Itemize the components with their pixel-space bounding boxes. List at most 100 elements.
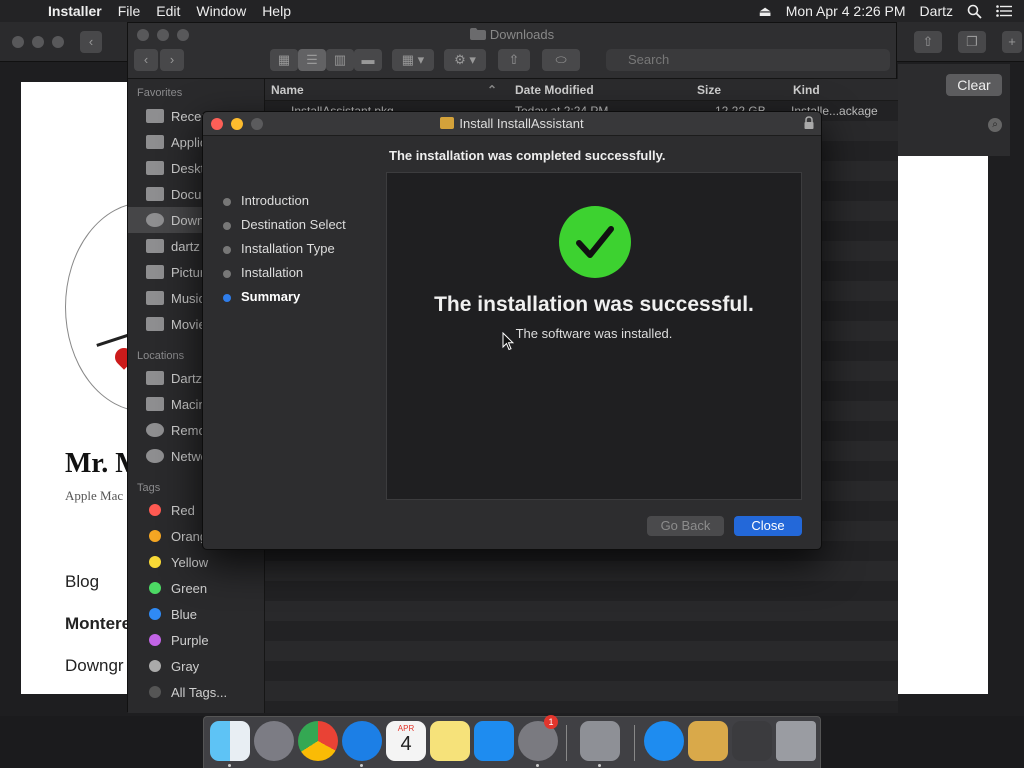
documents-icon [146, 187, 164, 201]
step-installation: Installation [223, 264, 346, 288]
sidebar-label: dartz [171, 238, 200, 254]
action-gear-icon[interactable]: ⚙ ▾ [444, 49, 486, 71]
dock-separator [566, 725, 567, 761]
step-introduction: Introduction [223, 192, 346, 216]
installer-title-text: Install InstallAssistant [459, 116, 584, 131]
tag-dot-icon [149, 634, 161, 646]
app-store-dock-icon[interactable] [474, 721, 514, 761]
list-view-icon[interactable]: ☰ [298, 49, 326, 71]
success-title: The installation was successful. [434, 293, 754, 316]
menu-user[interactable]: Dartz [920, 3, 953, 19]
search-icon[interactable]: ⌕ [988, 118, 1002, 132]
spotlight-search-icon[interactable] [967, 4, 982, 19]
menu-help[interactable]: Help [254, 3, 299, 19]
finder-dock-icon[interactable] [210, 721, 250, 761]
computer-icon [146, 371, 164, 385]
running-indicator [360, 764, 363, 767]
keyboard-dock-icon[interactable] [732, 721, 772, 761]
sort-chevron-icon[interactable]: ⌃ [487, 83, 497, 97]
step-label: Installation Type [241, 241, 335, 256]
sidebar-tag-purple[interactable]: Purple [128, 627, 264, 653]
sidebar-label: Music [171, 290, 205, 306]
finder-title: Downloads [128, 27, 896, 42]
dock: APR 4 1 [203, 715, 821, 768]
tag-dot-icon [149, 608, 161, 620]
package-icon [440, 117, 455, 129]
finder-back-icon[interactable]: ‹ [134, 49, 158, 71]
network-icon [146, 449, 164, 463]
column-header-kind[interactable]: Kind [793, 83, 820, 97]
finder-search-input[interactable]: Search [606, 49, 890, 71]
tag-label: Green [171, 580, 208, 596]
app-store-download-dock-icon[interactable] [644, 721, 684, 761]
eject-icon[interactable]: ⏏ [758, 3, 771, 20]
sidebar-tag-yellow[interactable]: Yellow [128, 549, 264, 575]
column-header-name[interactable]: Name [271, 83, 304, 97]
column-header-date-modified[interactable]: Date Modified [515, 83, 594, 97]
chrome-dock-icon[interactable] [298, 721, 338, 761]
tabs-overview-icon[interactable]: ❐ [958, 31, 986, 53]
notification-badge: 1 [544, 715, 558, 729]
disk-icon [146, 397, 164, 411]
share-icon[interactable]: ⇧ [914, 31, 942, 53]
window-minimize-control[interactable] [32, 36, 44, 48]
installer-title: Install InstallAssistant [203, 116, 821, 131]
nav-link-downgrade[interactable]: Downgr [65, 656, 124, 676]
clear-button[interactable]: Clear [946, 74, 1002, 96]
lock-icon[interactable] [803, 116, 815, 130]
tag-dot-icon [149, 686, 161, 698]
home-icon [146, 239, 164, 253]
tag-dot-icon [149, 530, 161, 542]
calendar-month: APR [397, 724, 415, 733]
menu-app-name[interactable]: Installer [40, 3, 110, 19]
tag-label: Red [171, 502, 195, 518]
launchpad-dock-icon[interactable] [254, 721, 294, 761]
sidebar-tag-blue[interactable]: Blue [128, 601, 264, 627]
tag-icon[interactable]: ⬭ [542, 49, 580, 71]
safari-dock-icon[interactable] [342, 721, 382, 761]
nav-link-blog[interactable]: Blog [65, 572, 99, 592]
applications-icon [146, 135, 164, 149]
menu-file[interactable]: File [110, 3, 149, 19]
running-indicator [598, 764, 601, 767]
step-bullet-icon [223, 198, 231, 206]
package-dock-icon[interactable] [688, 721, 728, 761]
menu-window[interactable]: Window [188, 3, 254, 19]
sidebar-all-tags[interactable]: All Tags... [128, 679, 264, 705]
tag-label: All Tags... [171, 684, 228, 700]
window-close-control[interactable] [12, 36, 24, 48]
step-bullet-icon [223, 246, 231, 254]
new-tab-icon[interactable]: + [1002, 31, 1022, 53]
tag-dot-icon [149, 660, 161, 672]
downloads-icon [146, 213, 164, 227]
notes-dock-icon[interactable] [430, 721, 470, 761]
tag-label: Yellow [171, 554, 209, 570]
step-bullet-current-icon [223, 294, 231, 302]
gallery-view-icon[interactable]: ▬ [354, 49, 382, 71]
calendar-dock-icon[interactable]: APR 4 [386, 721, 426, 761]
finder-forward-icon[interactable]: › [160, 49, 184, 71]
movies-icon [146, 317, 164, 331]
window-zoom-control[interactable] [52, 36, 64, 48]
go-back-button: Go Back [647, 516, 724, 536]
browser-back-icon[interactable]: ‹ [80, 31, 102, 53]
locations-heading: Locations [137, 350, 185, 362]
success-checkmark-icon [559, 206, 631, 278]
notification-center-icon[interactable] [996, 5, 1012, 17]
close-button[interactable]: Close [734, 516, 802, 536]
column-view-icon[interactable]: ▥ [326, 49, 354, 71]
sidebar-tag-gray[interactable]: Gray [128, 653, 264, 679]
icon-view-icon[interactable]: ▦ [270, 49, 298, 71]
menu-edit[interactable]: Edit [148, 3, 188, 19]
menu-datetime[interactable]: Mon Apr 4 2:26 PM [786, 3, 906, 19]
column-header-size[interactable]: Size [697, 83, 721, 97]
step-bullet-icon [223, 270, 231, 278]
nav-link-monterey[interactable]: Montere [65, 614, 131, 634]
finder-titlebar: Downloads ‹ › ▦ ☰ ▥ ▬ ▦ ▾ ⚙ ▾ ⇧ ⬭ Search [128, 23, 896, 79]
group-by-icon[interactable]: ▦ ▾ [392, 49, 434, 71]
installer-dock-icon[interactable] [580, 721, 620, 761]
trash-dock-icon[interactable] [776, 721, 816, 761]
step-installation-type: Installation Type [223, 240, 346, 264]
sidebar-tag-green[interactable]: Green [128, 575, 264, 601]
share-icon[interactable]: ⇧ [498, 49, 530, 71]
